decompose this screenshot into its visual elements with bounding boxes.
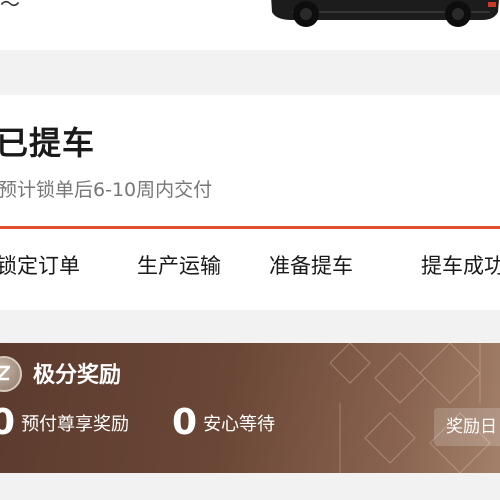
z-coin-icon	[0, 356, 22, 392]
reward-wait-value: 0	[172, 402, 198, 443]
order-status-title: 已提车	[0, 124, 96, 162]
vehicle-card[interactable]: 〜	[0, 0, 500, 50]
step-pickup-success: 提车成功	[421, 254, 500, 278]
cut-text: 〜	[0, 0, 20, 16]
progress-bar	[0, 226, 500, 229]
step-production-shipping: 生产运输	[137, 254, 221, 278]
rewards-title: 极分奖励	[33, 363, 122, 388]
delivery-estimate: 预计锁单后6-10周内交付	[0, 179, 213, 201]
step-prepare-pickup: 准备提车	[269, 254, 353, 278]
reward-prepaid-label: 预付尊享奖励	[21, 413, 130, 435]
rewards-card[interactable]: 极分奖励 0 预付尊享奖励 0 安心等待 奖励日	[0, 343, 500, 473]
car-image	[271, 0, 499, 27]
reward-stat-wait: 0 安心等待	[172, 402, 275, 443]
reward-stat-prepaid: 0 预付尊享奖励	[0, 402, 129, 443]
reward-prepaid-value: 0	[0, 402, 16, 443]
step-lock-order: 锁定订单	[0, 254, 80, 278]
order-steps: 锁定订单 生产运输 准备提车 提车成功	[0, 250, 500, 284]
reward-wait-label: 安心等待	[203, 413, 276, 435]
page-background	[0, 473, 500, 500]
reward-calendar-button[interactable]: 奖励日	[434, 408, 500, 446]
order-page: 〜 已提车 预计锁单后6-10周内交付 锁定订单 生产运输 准备提车 提车成功	[0, 0, 500, 500]
